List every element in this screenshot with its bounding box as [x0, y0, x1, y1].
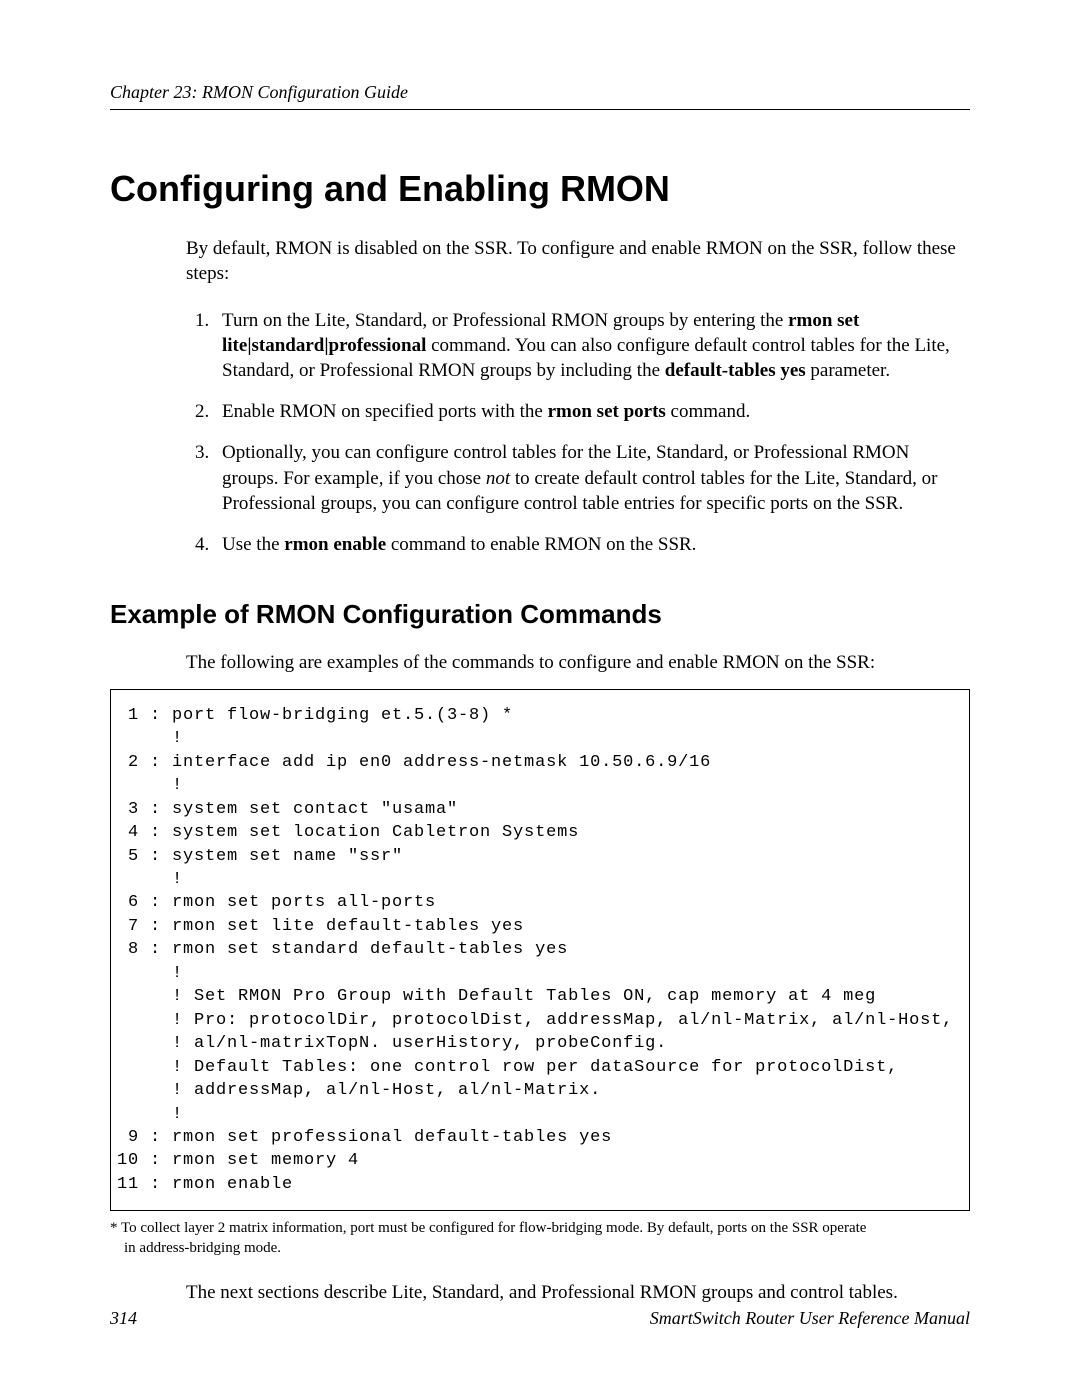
section-lead: The following are examples of the comman… [186, 650, 966, 675]
steps-list: Turn on the Lite, Standard, or Professio… [186, 308, 966, 557]
footnote-line-2: in address-bridging mode. [110, 1239, 970, 1259]
step-4-text-c: command to enable RMON on the SSR. [386, 534, 696, 555]
step-3-em: not [486, 468, 510, 489]
chapter-header: Chapter 23: RMON Configuration Guide [110, 82, 970, 110]
manual-title: SmartSwitch Router User Reference Manual [650, 1308, 970, 1329]
step-2-cmd: rmon set ports [548, 401, 666, 422]
step-1-text-e: parameter. [806, 360, 890, 381]
step-2: Enable RMON on specified ports with the … [214, 399, 966, 424]
code-example: 1 : port flow-bridging et.5.(3-8) * ! 2 … [110, 689, 970, 1212]
footnote: * To collect layer 2 matrix information,… [110, 1219, 970, 1258]
page: Chapter 23: RMON Configuration Guide Con… [0, 0, 1080, 1397]
step-1-text-a: Turn on the Lite, Standard, or Professio… [222, 310, 788, 331]
page-number: 314 [110, 1308, 137, 1329]
step-2-text-c: command. [666, 401, 750, 422]
step-4-cmd: rmon enable [284, 534, 386, 555]
page-footer: 314 SmartSwitch Router User Reference Ma… [110, 1308, 970, 1329]
step-1: Turn on the Lite, Standard, or Professio… [214, 308, 966, 383]
step-2-text-a: Enable RMON on specified ports with the [222, 401, 548, 422]
intro-paragraph: By default, RMON is disabled on the SSR.… [186, 236, 966, 286]
footnote-line-1: * To collect layer 2 matrix information,… [110, 1220, 866, 1236]
step-4-text-a: Use the [222, 534, 284, 555]
page-title: Configuring and Enabling RMON [110, 168, 970, 210]
closing-paragraph: The next sections describe Lite, Standar… [186, 1280, 966, 1305]
section-heading: Example of RMON Configuration Commands [110, 599, 970, 630]
step-3: Optionally, you can configure control ta… [214, 440, 966, 515]
step-1-cmd-2: default-tables yes [665, 360, 806, 381]
step-4: Use the rmon enable command to enable RM… [214, 532, 966, 557]
